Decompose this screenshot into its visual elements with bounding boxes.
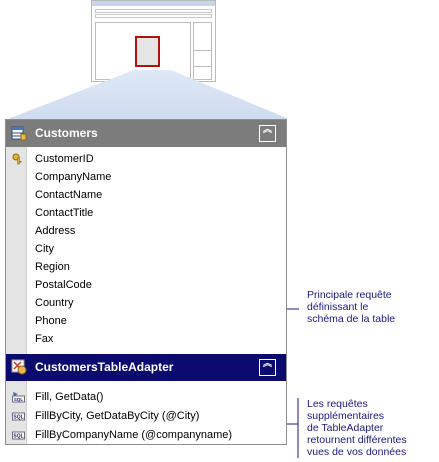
column-name: City (35, 243, 54, 255)
main-query-annotation: Principale requête définissant le schéma… (307, 289, 396, 325)
column-name: CustomerID (35, 153, 94, 165)
column-row[interactable]: ContactTitle (6, 204, 286, 222)
query-row[interactable]: SQL Fill, GetData() (6, 388, 286, 406)
column-row[interactable]: ContactName (6, 186, 286, 204)
column-row[interactable]: City (6, 240, 286, 258)
column-name: CompanyName (35, 171, 112, 183)
customers-table-header[interactable]: Customers ︽ (6, 120, 286, 147)
tableadapter-icon (11, 359, 27, 375)
query-row[interactable]: SQL FillByCity, GetDataByCity (@City) (6, 407, 286, 425)
primary-key-icon (12, 153, 22, 165)
svg-text:SQL: SQL (13, 434, 23, 440)
tableadapter-title: CustomersTableAdapter (35, 360, 174, 374)
collapse-chevron-icon: ︽ (262, 124, 272, 134)
customers-table-designer[interactable]: Customers ︽ CustomerID CompanyName Contact… (5, 119, 287, 445)
query-label: Fill, GetData() (35, 391, 104, 403)
datatable-icon (11, 126, 27, 141)
tableadapter-collapse-button[interactable]: ︽ (259, 359, 276, 376)
column-row[interactable]: Country (6, 294, 286, 312)
column-name: Region (35, 261, 70, 273)
sql-icon: SQL (12, 412, 25, 421)
column-row[interactable]: Fax (6, 330, 286, 348)
column-name: ContactTitle (35, 207, 94, 219)
column-name: Phone (35, 315, 67, 327)
sql-icon: SQL (12, 431, 25, 440)
additional-queries-annotation: Les requêtes supplémentaires de TableAda… (307, 398, 407, 458)
query-row[interactable]: SQL FillByCompanyName (@companyname) (6, 426, 286, 444)
svg-text:SQL: SQL (14, 397, 24, 402)
column-row[interactable]: Phone (6, 312, 286, 330)
svg-text:SQL: SQL (13, 415, 23, 421)
column-name: PostalCode (35, 279, 92, 291)
query-label: FillByCompanyName (@companyname) (35, 429, 233, 441)
customers-collapse-button[interactable]: ︽ (259, 125, 276, 142)
zoom-callout-beam (8, 70, 289, 119)
column-name: Country (35, 297, 74, 309)
query-label: FillByCity, GetDataByCity (@City) (35, 410, 200, 422)
column-name: Address (35, 225, 76, 237)
column-name: ContactName (35, 189, 103, 201)
column-row[interactable]: Region (6, 258, 286, 276)
column-name: Fax (35, 333, 54, 345)
column-row[interactable]: Address (6, 222, 286, 240)
column-row[interactable]: PostalCode (6, 276, 286, 294)
sql-main-query-icon: SQL (12, 392, 25, 403)
collapse-chevron-icon: ︽ (262, 358, 272, 368)
customers-table-title: Customers (35, 126, 98, 140)
column-row[interactable]: CompanyName (6, 168, 286, 186)
column-row[interactable]: CustomerID (6, 150, 286, 168)
tableadapter-header[interactable]: CustomersTableAdapter ︽ (6, 354, 286, 381)
